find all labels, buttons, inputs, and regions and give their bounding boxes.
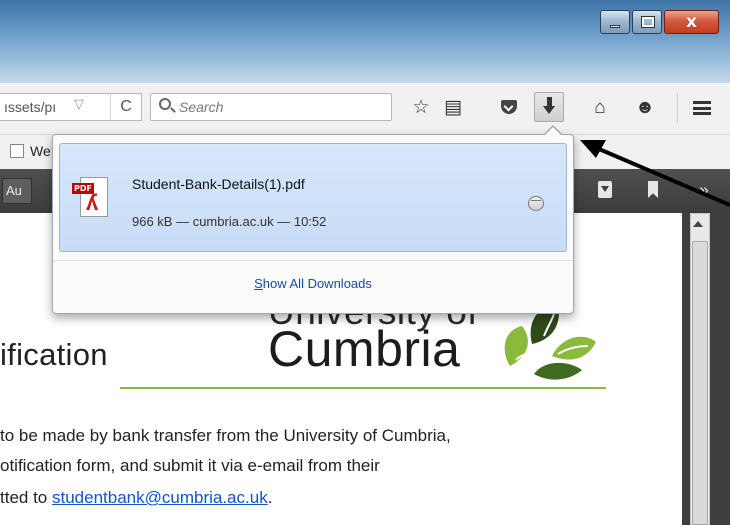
bookmark-item-label[interactable]: We bbox=[30, 143, 51, 159]
search-icon bbox=[159, 98, 171, 110]
body-line-prefix: tted to bbox=[0, 488, 52, 507]
window-titlebar: x bbox=[0, 0, 730, 83]
body-line-suffix: . bbox=[267, 488, 273, 507]
url-text: ıssets/pı bbox=[4, 99, 57, 115]
reload-icon: C bbox=[120, 98, 132, 115]
scroll-up-icon[interactable] bbox=[693, 221, 703, 227]
logo-cumbria-text: Cumbria bbox=[268, 321, 461, 377]
bookmark-item-icon bbox=[10, 144, 24, 158]
pocket-icon[interactable] bbox=[501, 100, 517, 114]
document-heading: ification bbox=[0, 337, 108, 372]
open-containing-folder-icon[interactable] bbox=[528, 196, 544, 211]
downloads-panel: PDF ʎ Student-Bank-Details(1).pdf 966 kB… bbox=[52, 125, 574, 314]
toolbar-separator bbox=[677, 93, 678, 123]
reload-button[interactable]: C bbox=[110, 93, 142, 121]
document-body-line: tted to studentbank@cumbria.ac.uk. bbox=[0, 488, 272, 508]
panel-divider bbox=[53, 260, 573, 261]
maximize-button[interactable] bbox=[632, 10, 662, 34]
download-status: 966 kB — cumbria.ac.uk — 10:52 bbox=[132, 214, 327, 229]
document-body-line: to be made by bank transfer from the Uni… bbox=[0, 426, 451, 445]
close-button[interactable]: x bbox=[664, 10, 719, 34]
minimize-icon bbox=[610, 25, 620, 28]
download-item[interactable]: PDF ʎ Student-Bank-Details(1).pdf 966 kB… bbox=[59, 143, 567, 252]
pdf-bookmark-icon[interactable] bbox=[648, 181, 658, 198]
download-icon bbox=[543, 97, 555, 115]
smiley-icon[interactable]: ☻ bbox=[632, 95, 658, 121]
download-file-name: Student-Bank-Details(1).pdf bbox=[132, 176, 305, 192]
minimize-button[interactable] bbox=[600, 10, 630, 34]
pdf-file-icon: PDF ʎ bbox=[72, 177, 108, 219]
search-input[interactable]: Search bbox=[150, 93, 392, 121]
email-link[interactable]: studentbank@cumbria.ac.uk bbox=[52, 488, 268, 507]
menu-icon[interactable] bbox=[693, 101, 711, 115]
document-body-line: otification form, and submit it via e-em… bbox=[0, 456, 380, 475]
downloads-button[interactable] bbox=[534, 92, 564, 122]
reading-list-icon[interactable]: ▤ bbox=[440, 95, 466, 121]
show-all-downloads-button[interactable]: Show All Downloads bbox=[53, 276, 573, 291]
close-icon: x bbox=[686, 12, 697, 32]
pdf-more-tools-icon[interactable]: » bbox=[694, 180, 714, 200]
pdf-download-icon[interactable] bbox=[598, 181, 612, 198]
pdf-zoom-select[interactable]: Au bbox=[2, 178, 32, 204]
scrollbar[interactable] bbox=[682, 213, 730, 525]
star-icon[interactable]: ☆ bbox=[408, 95, 434, 121]
maximize-icon bbox=[641, 16, 655, 28]
navigation-toolbar: ıssets/pı ▽ C Search ☆ ▤ ⌂ ☻ bbox=[0, 83, 730, 135]
logo-divider bbox=[120, 387, 606, 389]
search-placeholder: Search bbox=[179, 99, 224, 115]
home-icon[interactable]: ⌂ bbox=[587, 95, 613, 121]
url-history-dropdown-icon[interactable]: ▽ bbox=[74, 96, 84, 112]
scroll-thumb[interactable] bbox=[692, 241, 708, 525]
